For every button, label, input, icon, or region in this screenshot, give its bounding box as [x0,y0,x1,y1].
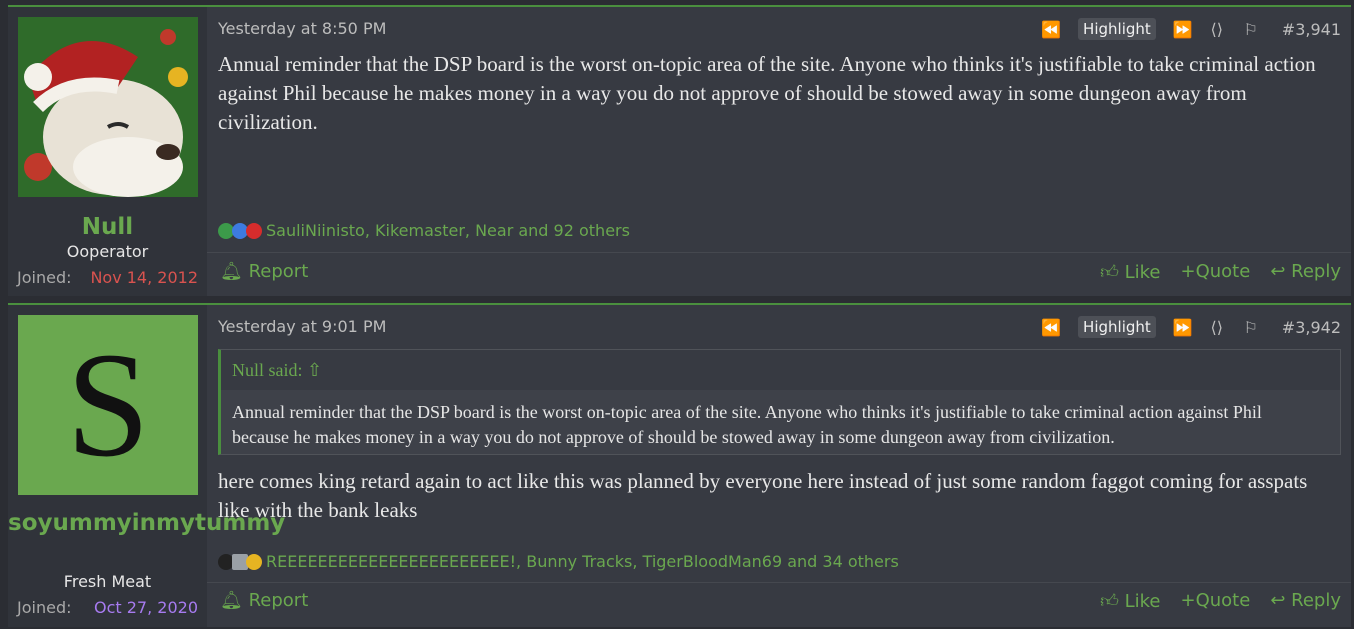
post-body: here comes king retard again to act like… [218,469,1308,522]
like-label: Like [1124,262,1161,283]
post-date[interactable]: Yesterday at 8:50 PM [218,19,386,38]
reply-icon: ↩ [1270,261,1286,282]
user-title: Ooperator [66,242,149,261]
post-number[interactable]: #3,942 [1282,318,1341,337]
report-label: Report [248,261,309,282]
prev-icon[interactable]: ⏪ [1034,20,1068,39]
highlight-button[interactable]: Highlight [1078,316,1156,338]
next-icon[interactable]: ⏩ [1166,20,1200,39]
reply-button[interactable]: ↩ Reply [1270,590,1341,612]
post-3941: Null Ooperator Joined: Nov 14, 2012 Yest… [8,5,1351,296]
reactions-bar[interactable]: REEEEEEEEEEEEEEEEEEEEEEE!, Bunny Tracks,… [218,552,899,571]
avatar[interactable] [18,17,198,197]
share-icon[interactable]: ⟨⟩ [1200,20,1234,39]
share-icon[interactable]: ⟨⟩ [1200,318,1234,337]
post-body: Annual reminder that the DSP board is th… [218,52,1316,134]
post-date[interactable]: Yesterday at 9:01 PM [218,317,386,336]
highlight-button[interactable]: Highlight [1078,18,1156,40]
joined-date: Oct 27, 2020 [94,598,198,617]
like-label: Like [1124,591,1161,612]
joined-label: Joined: [17,598,72,617]
bookmark-icon[interactable]: ⚐ [1234,318,1268,337]
post-actions: 👍︎ Like +Quote ↩ Reply [1100,590,1341,612]
joined-label: Joined: [17,268,72,287]
medal-reaction-icon [246,553,262,570]
username[interactable]: Null [8,212,207,243]
reply-icon: ↩ [1270,590,1286,611]
thumbs-up-icon: 👍︎ [1100,591,1119,612]
like-button[interactable]: 👍︎ Like [1100,261,1160,283]
username[interactable]: soyummyinmytummy [8,508,285,539]
post-3942: S soyummyinmytummy Fresh Meat Joined: Oc… [8,303,1351,627]
quote-block: Null said: ⇧ Annual reminder that the DS… [218,349,1341,455]
post-tools: ⏪ Highlight ⏩ ⟨⟩ ⚐ #3,942 [1034,315,1341,339]
quote-header [221,350,1340,390]
footer-divider [207,582,1351,583]
bell-icon: 🔔︎ [220,590,243,611]
reply-button[interactable]: ↩ Reply [1270,261,1341,283]
reply-label: Reply [1291,590,1341,611]
post-main: Yesterday at 9:01 PM ⏪ Highlight ⏩ ⟨⟩ ⚐ … [207,305,1351,627]
footer-divider [207,252,1351,253]
user-title: Fresh Meat [63,572,152,591]
quote-author-label: Null said: [232,360,303,380]
arrow-up-circle-icon[interactable]: ⇧ [307,360,322,380]
like-button[interactable]: 👍︎ Like [1100,590,1160,612]
avatar[interactable]: S [18,315,198,495]
post-number[interactable]: #3,941 [1282,20,1341,39]
avatar-letter: S [66,322,150,488]
reaction-users[interactable]: SauliNiinisto, Kikemaster, Near and 92 o… [266,221,630,240]
thumbs-up-icon: 👍︎ [1100,262,1119,283]
bell-icon: 🔔︎ [220,261,243,282]
quote-button[interactable]: +Quote [1181,261,1251,283]
report-button[interactable]: 🔔︎ Report [220,261,308,282]
reactions-bar[interactable]: SauliNiinisto, Kikemaster, Near and 92 o… [218,221,630,240]
user-panel: S soyummyinmytummy Fresh Meat Joined: Oc… [8,305,285,627]
quote-author[interactable]: Null said: ⇧ [232,360,322,381]
dog-santa-avatar-icon [18,17,198,197]
report-button[interactable]: 🔔︎ Report [220,590,308,611]
bookmark-icon[interactable]: ⚐ [1234,20,1268,39]
prev-icon[interactable]: ⏪ [1034,318,1068,337]
joined-date: Nov 14, 2012 [90,268,198,287]
heart-reaction-icon [246,222,262,239]
next-icon[interactable]: ⏩ [1166,318,1200,337]
quote-button[interactable]: +Quote [1181,590,1251,612]
quote-body: Annual reminder that the DSP board is th… [232,402,1262,447]
post-actions: 👍︎ Like +Quote ↩ Reply [1100,261,1341,283]
post-tools: ⏪ Highlight ⏩ ⟨⟩ ⚐ #3,941 [1034,17,1341,41]
reaction-users[interactable]: REEEEEEEEEEEEEEEEEEEEEEE!, Bunny Tracks,… [266,552,899,571]
user-panel: Null Ooperator Joined: Nov 14, 2012 [8,7,207,296]
report-label: Report [248,590,309,611]
reply-label: Reply [1291,261,1341,282]
post-main: Yesterday at 8:50 PM ⏪ Highlight ⏩ ⟨⟩ ⚐ … [207,7,1351,296]
